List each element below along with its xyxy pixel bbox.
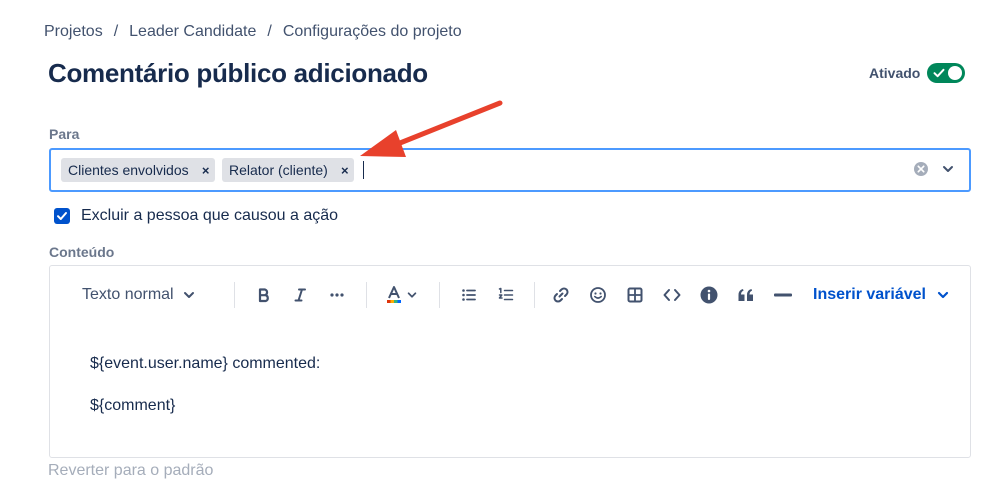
editor-line: ${comment} [90,397,176,414]
chevron-down-icon [183,292,194,298]
divider-icon [774,293,792,297]
toolbar-divider [366,282,367,308]
toolbar-divider [234,282,235,308]
recipients-select[interactable]: Clientes envolvidos × Relator (cliente) … [49,148,971,192]
numbered-list-icon [498,287,514,301]
bold-button[interactable] [253,284,275,306]
code-icon [663,289,681,301]
recipient-chip: Relator (cliente) × [222,158,354,182]
italic-button[interactable] [289,284,311,306]
exclude-actor-label: Excluir a pessoa que causou a ação [81,207,339,224]
bold-icon [258,288,269,303]
chevron-down-icon[interactable] [941,162,955,176]
text-style-label: Texto normal [82,286,174,303]
chip-label: Relator (cliente) [229,162,328,178]
insert-variable-dropdown[interactable]: Inserir variável [813,284,950,306]
recipient-chip: Clientes envolvidos × [61,158,215,182]
editor-line: ${event.user.name} commented: [90,355,321,372]
more-formatting-button[interactable] [326,284,348,306]
chip-label: Clientes envolvidos [68,162,189,178]
emoji-button[interactable] [587,284,609,306]
breadcrumb: Projetos / Leader Candidate / Configuraç… [44,23,462,41]
toolbar-divider [534,282,535,308]
breadcrumb-separator: / [113,23,119,40]
remove-chip-button[interactable]: × [197,158,215,182]
check-icon [933,68,945,78]
chevron-down-icon [407,292,416,298]
text-color-button[interactable] [383,284,419,306]
quote-icon [738,289,753,301]
info-panel-icon [700,286,718,304]
numbered-list-button[interactable] [495,284,517,306]
chevron-down-icon [937,291,949,299]
page-title: Comentário público adicionado [48,58,428,88]
breadcrumb-project[interactable]: Leader Candidate [129,23,256,41]
exclude-actor-checkbox[interactable] [54,208,70,224]
breadcrumb-projects[interactable]: Projetos [44,23,103,41]
toggle-label: Ativado [869,65,921,81]
revert-to-default-link[interactable]: Reverter para o padrão [48,462,213,480]
enabled-toggle[interactable] [927,63,965,83]
link-button[interactable] [550,284,572,306]
info-panel-button[interactable] [698,284,720,306]
editor-toolbar: Texto normal Inserir variável [50,266,970,324]
text-style-dropdown[interactable]: Texto normal [82,284,196,306]
content-editor[interactable]: Texto normal Inserir variável ${event.us… [49,265,971,458]
text-color-icon [386,286,401,303]
check-icon [57,212,67,220]
link-icon [553,287,569,303]
content-label: Conteúdo [49,244,115,260]
annotation-arrow-icon [360,100,503,157]
recipients-label: Para [49,126,80,142]
breadcrumb-project-settings[interactable]: Configurações do projeto [283,23,462,41]
quote-button[interactable] [735,284,757,306]
toggle-knob [948,66,962,80]
insert-variable-label: Inserir variável [813,286,926,303]
toolbar-divider [439,282,440,308]
more-formatting-icon [330,293,344,297]
table-icon [627,287,643,303]
divider-button[interactable] [772,284,794,306]
code-button[interactable] [661,284,683,306]
emoji-icon [590,287,606,303]
table-button[interactable] [624,284,646,306]
bullet-list-icon [462,289,476,301]
italic-icon [294,288,306,302]
bullet-list-button[interactable] [458,284,480,306]
clear-icon[interactable] [913,161,929,177]
breadcrumb-separator: / [267,23,272,40]
